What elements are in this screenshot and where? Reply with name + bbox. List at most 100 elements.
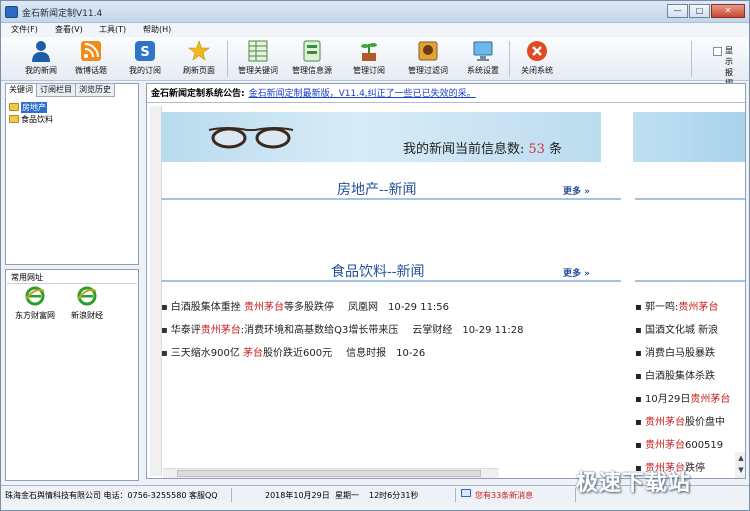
toolbar: 我的新闻 微博话题 S 我的订阅 刷新页面 管理关键词 管理信息源 管理订阅 管…	[1, 37, 749, 88]
my-subscription-button[interactable]: S 我的订阅	[123, 39, 167, 79]
close-button[interactable]: ✕	[711, 4, 745, 18]
site-label: 新浪财经	[71, 311, 103, 320]
ie-icon	[77, 286, 97, 306]
news-item[interactable]: ▪ 白酒股集体杀跌	[635, 367, 715, 382]
maximize-button[interactable]: □	[689, 4, 710, 18]
system-notice: 金石新闻定制系统公告: 金石新闻定制最新版，V11.4,纠正了一些已已失效的采。	[151, 86, 476, 99]
menu-tools[interactable]: 工具(T)	[99, 23, 143, 37]
news-banner-right	[633, 112, 745, 162]
person-icon	[32, 41, 50, 62]
notice-link[interactable]: 金石新闻定制最新版，V11.4,纠正了一些已已失效的采。	[249, 89, 476, 99]
watermark-text: 极速下载站	[576, 471, 692, 496]
minimize-button[interactable]: —	[667, 4, 688, 18]
news-source: 云掌财经	[412, 325, 453, 336]
plant-pot-icon	[361, 43, 377, 61]
news-item[interactable]: ▪ 贵州茅台股价盘中	[635, 413, 725, 428]
manage-filter-words-button[interactable]: 管理过滤词	[403, 39, 453, 79]
filter-image-icon	[418, 41, 438, 61]
news-item[interactable]: ▪ 贵州茅台600519	[635, 436, 723, 451]
tab-browse-history[interactable]: 浏览历史	[75, 83, 115, 97]
news-time: 10-26	[396, 348, 426, 359]
window-title: 金石新闻定制V11.4	[22, 9, 103, 19]
news-source: 信息时报	[346, 348, 387, 359]
refresh-page-button[interactable]: 刷新页面	[177, 39, 221, 79]
news-count-number: 53	[528, 142, 545, 157]
refresh-star-icon	[188, 40, 210, 61]
site-label: 东方财富网	[15, 311, 55, 320]
app-window: 金石新闻定制V11.4 — □ ✕ 文件(F) 查看(V) 工具(T) 帮助(H…	[0, 0, 750, 511]
scrollbar-thumb[interactable]	[177, 470, 481, 477]
tree-item-food-beverage[interactable]: 食品饮料	[9, 113, 53, 125]
divider	[7, 283, 137, 284]
close-circle-icon	[527, 41, 547, 61]
notice-label: 金石新闻定制系统公告:	[151, 89, 245, 99]
horizontal-scrollbar[interactable]	[163, 468, 499, 478]
close-system-button[interactable]: 关闭系统	[515, 39, 559, 79]
site-eastmoney[interactable]: 东方财富网	[13, 285, 57, 321]
manage-subscriptions-button[interactable]: 管理订阅	[347, 39, 391, 79]
rss-icon	[81, 41, 101, 61]
weibo-topic-button[interactable]: 微博话题	[69, 39, 113, 79]
svg-text:S: S	[140, 45, 149, 60]
news-item[interactable]: ▪ 郭一鸣:贵州茅台	[635, 298, 718, 313]
message-icon	[461, 489, 471, 497]
section-title-food-beverage: 食品饮料--新闻	[331, 264, 425, 280]
folder-icon	[9, 103, 19, 111]
vertical-scrollbar[interactable]: ▲ ▼	[735, 452, 745, 478]
ie-icon	[25, 286, 45, 306]
news-source: 凤凰网	[347, 302, 378, 313]
more-link-food-beverage[interactable]: 更多 »	[563, 266, 590, 279]
subscribe-icon: S	[135, 41, 155, 61]
left-tabs: 关键词 订阅栏目 浏览历史	[5, 83, 115, 97]
section-divider	[161, 280, 621, 282]
menu-view[interactable]: 查看(V)	[55, 23, 99, 37]
menu-file[interactable]: 文件(F)	[11, 23, 55, 37]
status-date: 2018年10月29日	[265, 491, 330, 500]
monitor-icon	[473, 41, 493, 61]
menu-help[interactable]: 帮助(H)	[143, 23, 187, 37]
news-item[interactable]: ▪ 白酒股集体重挫 贵州茅台等多股跌停 凤凰网 10-29 11:56	[161, 298, 449, 313]
tab-subscribed-columns[interactable]: 订阅栏目	[36, 83, 76, 97]
news-time: 10-29 11:56	[387, 302, 450, 313]
status-time: 12时6分31秒	[369, 491, 419, 500]
keyword-grid-icon	[248, 40, 268, 62]
toolbar-separator	[227, 41, 228, 77]
checkbox-box[interactable]	[713, 47, 722, 56]
news-item[interactable]: ▪ 华泰评贵州茅台:消费环境和高基数给Q3增长带来压 云掌财经 10-29 11:28	[161, 321, 523, 336]
new-message-notice[interactable]: 您有33条新消息	[475, 490, 533, 501]
news-item[interactable]: ▪ 国酒文化城 新浪	[635, 321, 718, 336]
menu-bar: 文件(F) 查看(V) 工具(T) 帮助(H)	[1, 23, 749, 37]
common-sites-title: 常用网址	[11, 273, 43, 282]
news-count: 我的新闻当前信息数: 53 条	[403, 142, 562, 157]
app-icon	[5, 6, 18, 18]
status-company: 珠海金石舆情科技有限公司 电话：0756-3255580 客服QQ	[5, 491, 218, 500]
toolbar-separator	[509, 41, 510, 77]
news-item[interactable]: ▪ 10月29日贵州茅台	[635, 390, 730, 405]
toolbar-separator	[691, 41, 692, 77]
news-main-area: 金石新闻定制系统公告: 金石新闻定制最新版，V11.4,纠正了一些已已失效的采。 …	[146, 83, 746, 479]
status-separator	[455, 488, 456, 502]
section-title-real-estate: 房地产--新闻	[337, 182, 417, 198]
more-link-real-estate[interactable]: 更多 »	[563, 184, 590, 197]
keyword-tree: 房地产 食品饮料	[9, 101, 53, 125]
tree-item-real-estate[interactable]: 房地产	[9, 101, 53, 113]
section-divider	[635, 280, 745, 282]
section-divider	[161, 198, 621, 200]
site-sina-finance[interactable]: 新浪财经	[65, 285, 109, 321]
title-bar: 金石新闻定制V11.4 — □ ✕	[1, 1, 749, 23]
news-item[interactable]: ▪ 消费白马股暴跌	[635, 344, 715, 359]
folder-icon	[9, 115, 19, 123]
status-weekday: 星期一	[335, 491, 359, 500]
tab-keywords[interactable]: 关键词	[5, 83, 37, 97]
news-time: 10-29 11:28	[462, 325, 524, 336]
glasses-icon	[208, 127, 294, 149]
news-item[interactable]: ▪ 三天缩水900亿 茅台股价跌近600元 信息时报 10-26	[161, 344, 425, 359]
my-news-button[interactable]: 我的新闻	[19, 39, 63, 79]
system-settings-button[interactable]: 系统设置	[461, 39, 505, 79]
manage-keywords-button[interactable]: 管理关键词	[233, 39, 283, 79]
section-divider	[635, 198, 745, 200]
source-list-icon	[303, 40, 321, 62]
divider	[147, 102, 745, 103]
manage-sources-button[interactable]: 管理信息源	[287, 39, 337, 79]
status-separator	[231, 488, 232, 502]
